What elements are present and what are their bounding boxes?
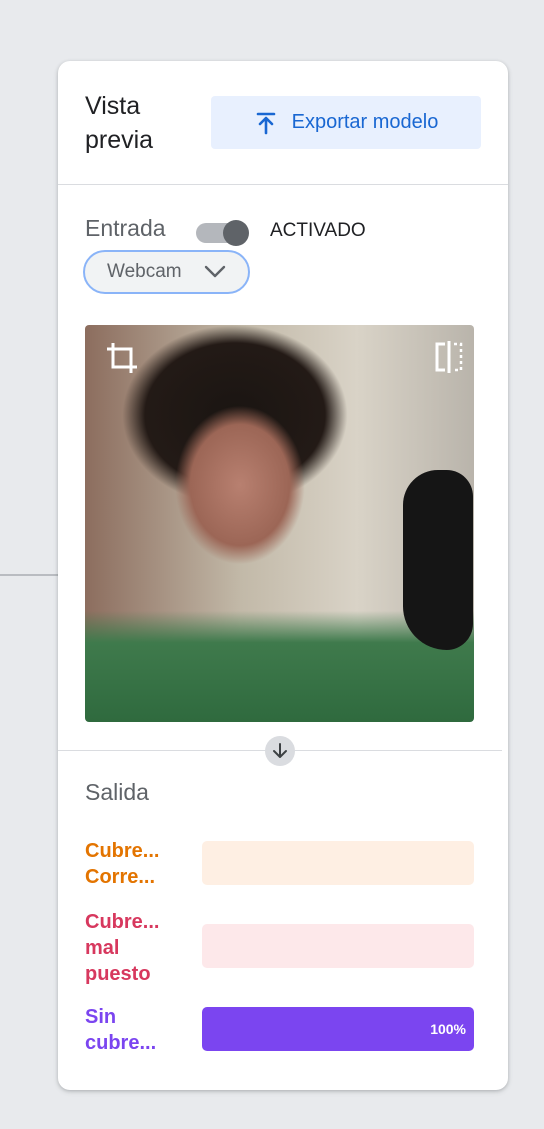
output-section-label: Salida (85, 779, 149, 805)
connector-line (0, 574, 60, 576)
input-section-label: Entrada (85, 215, 166, 241)
confidence-bar: 100% (202, 1007, 474, 1051)
toggle-state-label: ACTIVADO (270, 220, 366, 241)
confidence-percent: 100% (430, 1021, 466, 1037)
header-divider (58, 184, 508, 185)
toggle-knob (223, 220, 249, 246)
input-toggle[interactable] (196, 220, 250, 246)
page-title: Vista previa (85, 92, 154, 154)
background-guitar (403, 470, 473, 650)
crop-icon[interactable] (105, 341, 139, 375)
upload-icon (256, 112, 275, 134)
chevron-down-icon (204, 265, 225, 278)
class-label: Cubre... Corre... (85, 840, 160, 888)
export-model-label: Exportar modelo (291, 111, 439, 133)
arrow-down-icon (265, 736, 295, 766)
confidence-bar (202, 841, 474, 885)
preview-panel: Vista previa Exportar modelo Entrada ACT… (58, 61, 508, 1090)
flip-horizontal-icon[interactable] (434, 341, 464, 373)
class-label: Sin cubre... (85, 1006, 157, 1054)
class-label: Cubre... mal puesto (85, 911, 160, 985)
export-model-button[interactable]: Exportar modelo (211, 96, 481, 149)
input-source-value: Webcam (107, 261, 182, 282)
input-source-select[interactable]: Webcam (83, 250, 250, 294)
confidence-bar (202, 924, 474, 968)
webcam-preview (85, 325, 474, 722)
